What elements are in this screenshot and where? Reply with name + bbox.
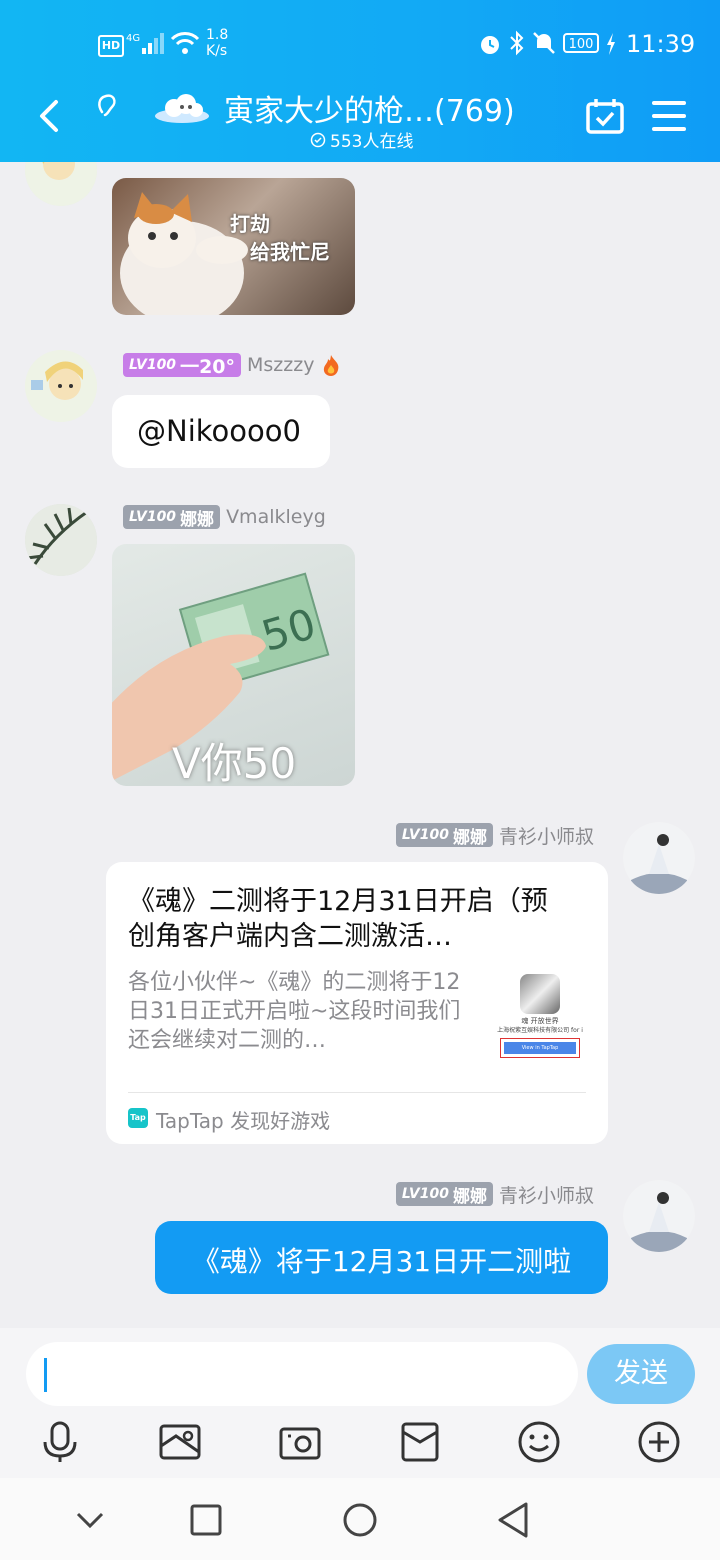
back-triangle-icon[interactable] [496, 1502, 530, 1538]
fire-icon [320, 353, 342, 377]
message-text: @Nikoooo0 [137, 414, 301, 448]
emoji-icon[interactable] [517, 1420, 561, 1464]
group-avatar-icon [152, 82, 212, 126]
check-circle-icon [310, 132, 326, 147]
top-bar: HD 4G 1.8 K/s 100 11:39 寅家大少的枪…(769) 553… [0, 0, 720, 162]
card-divider [128, 1092, 586, 1093]
sender-name[interactable]: Mszzzy [247, 354, 314, 376]
send-button[interactable]: 发送 [587, 1344, 695, 1404]
level-label: LV100 [129, 357, 177, 373]
member-title: 娜娜 [452, 1186, 487, 1207]
sender-line: LV100 一20° Mszzzy [123, 352, 342, 378]
speed-value: 1.8 [206, 27, 229, 43]
card-thumbnail: 魂 开放世界 上海祝紫互娱科技有限公司 for i View in TapTap [494, 974, 586, 1062]
card-description: 各位小伙伴~《魂》的二测将于12日31日正式开启啦~这段时间我们还会继续对二测的… [128, 970, 461, 1053]
text-cursor [44, 1358, 47, 1392]
wifi-icon [170, 30, 200, 56]
level-label: LV100 [129, 509, 177, 525]
thumb-button: View in TapTap [500, 1038, 580, 1058]
recents-square-icon[interactable] [190, 1504, 222, 1536]
sender-line: LV100 娜娜 青衫小师叔 [395, 1181, 594, 1208]
sticker-image[interactable]: 打劫 给我忙尼 [112, 178, 355, 315]
ear-icon[interactable] [92, 90, 124, 122]
thumb-company: 上海祝紫互娱科技有限公司 for i [497, 1027, 583, 1034]
home-circle-icon[interactable] [342, 1502, 378, 1538]
mute-icon [532, 30, 556, 56]
signal-icon: 4G [126, 30, 164, 56]
level-badge: LV100 娜娜 [395, 823, 493, 848]
sticker-caption: V你50 [172, 739, 297, 786]
camera-icon[interactable] [278, 1420, 322, 1464]
online-count: 553人在线 [310, 127, 413, 152]
back-button[interactable] [30, 96, 70, 136]
hd-icon: HD [98, 35, 124, 57]
bluetooth-icon [508, 30, 526, 56]
my-avatar[interactable] [623, 1180, 695, 1252]
taptap-logo-text: Tap [130, 1113, 146, 1122]
charging-icon [605, 32, 617, 56]
level-badge: LV100 一20° [123, 353, 242, 378]
sticker-image[interactable]: 50 V你50 [112, 544, 355, 786]
avatar[interactable] [25, 162, 97, 206]
battery-icon: 100 [563, 33, 599, 53]
speed-unit: K/s [206, 43, 228, 59]
chevron-down-icon[interactable] [74, 1504, 106, 1536]
level-badge: LV100 娜娜 [123, 505, 221, 530]
level-label: LV100 [401, 1186, 449, 1202]
message-text: 《魂》将于12月31日开二测啦 [191, 1245, 572, 1278]
taptap-icon: Tap [128, 1108, 148, 1128]
menu-icon[interactable] [650, 98, 688, 134]
svg-text:4G: 4G [126, 33, 140, 44]
sender-name[interactable]: Vmalkleyg [226, 506, 326, 528]
send-button-label: 发送 [614, 1358, 668, 1389]
message-input[interactable] [26, 1342, 578, 1406]
composer: 发送 [0, 1328, 720, 1478]
sticker-caption-2: 给我忙尼 [250, 240, 330, 264]
member-title: 一20° [180, 355, 236, 378]
red-packet-icon[interactable] [398, 1420, 442, 1464]
image-icon[interactable] [158, 1420, 202, 1464]
member-title: 娜娜 [180, 509, 215, 530]
member-title: 娜娜 [452, 827, 487, 848]
online-count-label: 553人在线 [330, 132, 414, 152]
sender-line: LV100 娜娜 青衫小师叔 [395, 822, 594, 849]
text-bubble[interactable]: @Nikoooo0 [112, 395, 330, 468]
my-avatar[interactable] [623, 822, 695, 894]
my-text-bubble[interactable]: 《魂》将于12月31日开二测啦 [155, 1221, 608, 1294]
alarm-icon [478, 32, 502, 56]
group-title[interactable]: 寅家大少的枪…(769) [224, 86, 515, 130]
game-logo-icon [520, 974, 560, 1014]
network-speed: 1.8 K/s [206, 27, 228, 59]
sender-line: LV100 娜娜 Vmalkleyg [123, 504, 326, 530]
share-card[interactable]: 《魂》二测将于12月31日开启（预创角客户端内含二测激活… 各位小伙伴~《魂》的… [106, 862, 608, 1144]
level-label: LV100 [401, 827, 449, 843]
clock: 11:39 [626, 30, 696, 58]
thumb-button-label: View in TapTap [504, 1042, 576, 1054]
sticker-caption-1: 打劫 [230, 212, 270, 236]
message-list[interactable]: 打劫 给我忙尼 LV100 一20° Mszzzy @Nikoooo0 LV10… [0, 162, 720, 1328]
calendar-check-icon[interactable] [584, 96, 626, 138]
level-badge: LV100 娜娜 [395, 1182, 493, 1207]
sender-name[interactable]: 青衫小师叔 [499, 1181, 594, 1208]
battery-level: 100 [568, 37, 594, 52]
plus-icon[interactable] [637, 1420, 681, 1464]
sender-name[interactable]: 青衫小师叔 [499, 822, 594, 849]
system-nav-bar [0, 1478, 720, 1560]
avatar[interactable] [25, 504, 97, 576]
avatar[interactable] [25, 350, 97, 422]
card-title: 《魂》二测将于12月31日开启（预创角客户端内含二测激活… [128, 886, 548, 952]
card-source: TapTap 发现好游戏 [156, 1109, 331, 1133]
microphone-icon[interactable] [38, 1420, 82, 1464]
